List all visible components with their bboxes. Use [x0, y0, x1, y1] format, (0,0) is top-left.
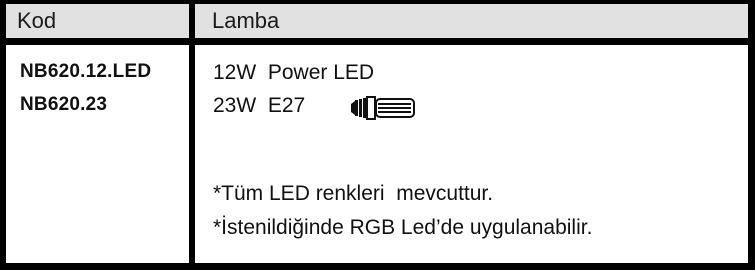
- header-lamba: Lamba: [195, 4, 748, 38]
- header-kod: Kod: [6, 4, 189, 38]
- product-table: Kod Lamba NB620.12.LED NB620.23 12W Powe…: [0, 0, 755, 270]
- lamp-row-1: 12W Power LED: [213, 61, 375, 84]
- note-1: *Tüm LED renkleri mevcuttur.: [213, 182, 494, 205]
- e27-bulb-icon: [351, 96, 415, 120]
- lamp-row-2: 23W E27: [213, 94, 306, 117]
- code-row-2: NB620.23: [20, 94, 108, 115]
- lamp-column: 12W Power LED 23W E27 *Tüm LED renkleri …: [195, 45, 748, 263]
- code-column: NB620.12.LED NB620.23: [6, 45, 189, 263]
- note-2: *İstenildiğinde RGB Led’de uygulanabilir…: [213, 216, 593, 239]
- code-row-1: NB620.12.LED: [20, 61, 152, 82]
